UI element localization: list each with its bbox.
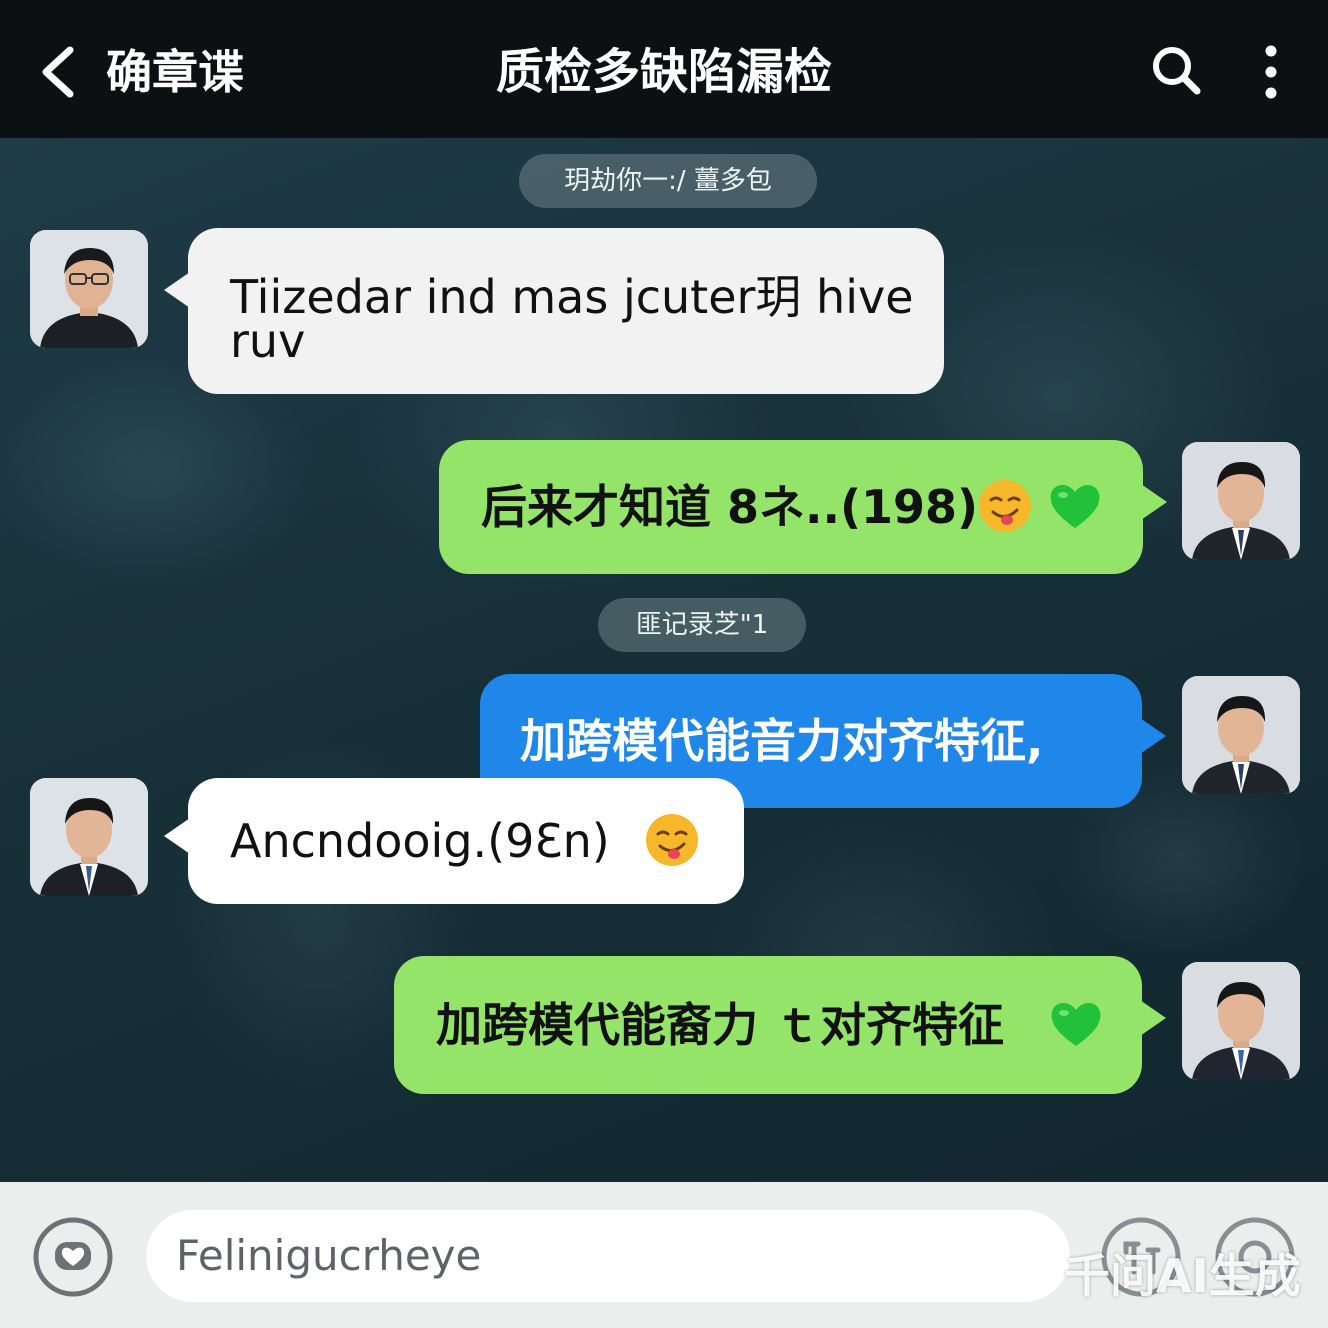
message-text: ruv <box>230 314 306 368</box>
green-heart-emoji-icon <box>1050 485 1100 528</box>
avatar[interactable] <box>1182 442 1300 560</box>
message-text: 后来才知道 8ネ..(198) <box>481 480 979 534</box>
message-input-text: Feliniguсrheye <box>176 1231 482 1280</box>
ai-generated-watermark: 千问AI生成 <box>1064 1249 1301 1303</box>
bubble-tail <box>1140 718 1166 754</box>
sticker-button[interactable] <box>32 1216 114 1298</box>
message-text: 加跨模代能裔力 ｔ对齐特征 <box>436 998 1005 1052</box>
outgoing-message-bubble[interactable]: 加跨模代能裔力 ｔ对齐特征 <box>394 956 1166 1094</box>
message-text: Ancndooig.(9Ɛn) <box>230 814 610 868</box>
bubble-tail <box>1140 1000 1166 1036</box>
smirk-face-emoji-icon <box>979 480 1031 532</box>
smirk-face-emoji-icon <box>646 814 698 866</box>
system-timestamp-pill: 玥劫你一:/ 薑多包 <box>519 154 817 208</box>
message-text: 加跨模代能音力对齐特征, <box>520 714 1044 768</box>
outgoing-message-bubble[interactable]: 后来才知道 8ネ..(198) <box>439 440 1167 574</box>
person-avatar-icon <box>1182 676 1300 794</box>
person-avatar-icon <box>30 778 148 896</box>
avatar[interactable] <box>30 778 148 896</box>
composer-bar: Feliniguсrheye 千问AI生成 <box>0 1182 1328 1328</box>
person-avatar-icon <box>1182 962 1300 1080</box>
incoming-message-bubble[interactable]: Tiizedar ind mas jcuter玥 hive ruv <box>164 228 944 394</box>
chat-screen: 确章谍 质检多缺陷漏检 玥劫你一:/ 薑多包 Tiizedar ind mas … <box>0 0 1328 1328</box>
person-avatar-icon <box>1182 442 1300 560</box>
avatar[interactable] <box>1182 962 1300 1080</box>
green-heart-emoji-icon <box>1051 1003 1101 1046</box>
bubble-tail <box>164 272 190 308</box>
avatar[interactable] <box>1182 676 1300 794</box>
system-timestamp-pill: 匪记录芝"1 <box>598 598 806 652</box>
person-avatar-icon <box>30 230 148 348</box>
search-icon[interactable] <box>1150 44 1202 96</box>
incoming-message-bubble[interactable]: Ancndooig.(9Ɛn) <box>164 778 744 904</box>
bubble-tail <box>164 818 190 854</box>
message-list[interactable]: 玥劫你一:/ 薑多包 Tiizedar ind mas jcuter玥 hive… <box>0 138 1328 1182</box>
bubble-tail <box>1141 484 1167 520</box>
avatar[interactable] <box>30 230 148 348</box>
message-text: Tiizedar ind mas jcuter玥 hive <box>230 270 914 324</box>
chat-title: 质检多缺陷漏检 <box>495 44 832 100</box>
top-app-bar: 确章谍 质检多缺陷漏检 <box>0 0 1328 138</box>
more-options-icon[interactable] <box>1252 44 1290 100</box>
